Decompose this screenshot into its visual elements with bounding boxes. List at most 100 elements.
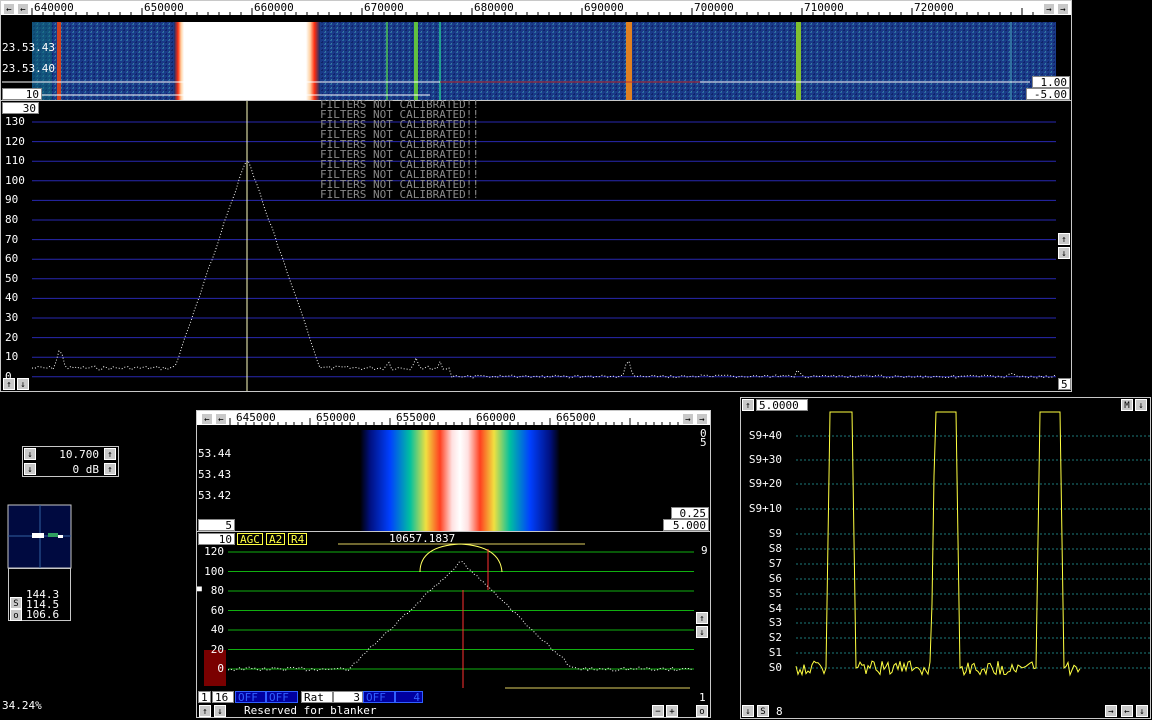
scroll-right-button[interactable]: → bbox=[1043, 3, 1055, 15]
wf-line bbox=[626, 22, 632, 100]
smeter-label: S6 bbox=[768, 572, 782, 585]
bb-scroll-right-fast-button[interactable]: → bbox=[696, 413, 708, 425]
top-freq-label: 690000 bbox=[584, 1, 624, 14]
smeter-label: S9+40 bbox=[748, 429, 782, 442]
bb-left-marker: ■ bbox=[197, 584, 202, 593]
top-freq-label: 660000 bbox=[254, 1, 294, 14]
bb-y-label: 100 bbox=[204, 564, 224, 578]
bb-scroll-right-button[interactable]: → bbox=[682, 413, 694, 425]
bb-wf-gain-field[interactable]: 0.25 bbox=[671, 507, 709, 519]
bb-spec-up-button[interactable]: ↑ bbox=[696, 612, 708, 624]
bb-right-9: 9 bbox=[701, 544, 708, 557]
sm-bottom-s-button[interactable]: S bbox=[757, 705, 769, 717]
att-down-button[interactable]: ↓ bbox=[24, 463, 36, 475]
top-freq-label: 710000 bbox=[804, 1, 844, 14]
bb-off-button-2[interactable]: OFF bbox=[266, 691, 298, 703]
sm-up-button[interactable]: ↑ bbox=[742, 399, 754, 411]
rat-value[interactable]: 3 bbox=[333, 691, 363, 703]
phase-dot bbox=[58, 535, 63, 538]
bb-y-label: 60 bbox=[210, 603, 224, 617]
bb-bottom-1[interactable]: 1 bbox=[198, 691, 211, 703]
bb-time-label-2: 53.43 bbox=[198, 468, 232, 481]
top-freq-label: 700000 bbox=[694, 1, 734, 14]
sm-bottom-down-button[interactable]: ↓ bbox=[742, 705, 754, 717]
bb-plus-button[interactable]: + bbox=[666, 705, 678, 717]
bb-scroll-left-button[interactable]: ← bbox=[201, 413, 213, 425]
bb-off-value-3[interactable]: 4 bbox=[395, 691, 423, 703]
bb-off-button-1[interactable]: OFF bbox=[235, 691, 266, 703]
spec-y-label: 60 bbox=[5, 252, 19, 266]
scroll-right-fast-button[interactable]: → bbox=[1057, 3, 1069, 15]
bw-up-button[interactable]: ↑ bbox=[104, 448, 116, 460]
wf-line bbox=[57, 22, 61, 100]
bb-spec-down-button[interactable]: ↓ bbox=[696, 626, 708, 638]
bb-y-label: 0 bbox=[217, 662, 224, 675]
wf-gain-field[interactable]: 1.00 bbox=[1032, 76, 1070, 88]
sm-bottom-down2-button[interactable]: ↓ bbox=[1136, 705, 1148, 717]
sm-m-button[interactable]: M bbox=[1121, 399, 1133, 411]
spec-y-label: 20 bbox=[5, 330, 19, 344]
att-up-button[interactable]: ↑ bbox=[104, 463, 116, 475]
spec-right-value[interactable]: 5 bbox=[1058, 378, 1071, 390]
sm-top-value[interactable]: 5.0000 bbox=[756, 399, 808, 411]
scroll-left-button[interactable]: ← bbox=[3, 3, 15, 15]
smeter-label: S9+20 bbox=[748, 477, 782, 490]
top-freq-label: 650000 bbox=[144, 1, 184, 14]
spec-y-label: 80 bbox=[5, 213, 19, 226]
spec-ymax-down-button[interactable]: ↓ bbox=[17, 378, 29, 390]
meter-o-button[interactable]: o bbox=[10, 609, 22, 621]
wf-avg-field[interactable]: 10 bbox=[2, 88, 42, 100]
spec-up-button[interactable]: ↑ bbox=[1058, 233, 1070, 245]
meter-value-3: 106.6 bbox=[26, 608, 60, 621]
bb-scroll-left-fast-button[interactable]: ← bbox=[215, 413, 227, 425]
wf-zero-field[interactable]: -5.00 bbox=[1026, 88, 1070, 100]
bb-ymax-down-button[interactable]: ↓ bbox=[214, 705, 226, 717]
a2-button[interactable]: A2 bbox=[266, 533, 286, 545]
blanker-text: Reserved for blanker bbox=[244, 704, 377, 717]
rat-label[interactable]: Rat bbox=[301, 691, 333, 703]
bb-y-label: 40 bbox=[210, 623, 224, 636]
spec-avg-field[interactable]: 30 bbox=[2, 102, 39, 114]
meter-s-button[interactable]: S bbox=[10, 597, 22, 609]
wf-line bbox=[414, 22, 418, 100]
wf-line bbox=[1010, 22, 1012, 100]
sm-left-button[interactable]: ← bbox=[1121, 705, 1133, 717]
bb-freq-label: 655000 bbox=[396, 411, 436, 424]
bb-y-label: 20 bbox=[210, 642, 224, 656]
bb-freq-label: 665000 bbox=[556, 411, 596, 424]
spec-ymax-up-button[interactable]: ↑ bbox=[3, 378, 15, 390]
agc-button[interactable]: AGC bbox=[237, 533, 263, 545]
bb-freq-label: 650000 bbox=[316, 411, 356, 424]
bb-bottom-16[interactable]: 16 bbox=[212, 691, 234, 703]
bb-freq-label: 660000 bbox=[476, 411, 516, 424]
spectrum-grid bbox=[32, 121, 1056, 378]
smeter-label: S9+10 bbox=[748, 502, 782, 515]
bb-wf-avg-field[interactable]: 5 bbox=[198, 519, 235, 531]
bb-minus-button[interactable]: − bbox=[652, 705, 664, 717]
spec-y-label: 40 bbox=[5, 291, 19, 305]
sm-down-button[interactable]: ↓ bbox=[1135, 399, 1147, 411]
scroll-left-fast-button[interactable]: ← bbox=[17, 3, 29, 15]
bb-right-top-5: 5 bbox=[700, 436, 707, 449]
smeter-label: S9+30 bbox=[748, 453, 782, 466]
wf-line bbox=[439, 22, 441, 100]
bb-wf-zero-field[interactable]: 5.000 bbox=[663, 519, 709, 531]
sm-bottom-value: 8 bbox=[776, 705, 783, 718]
spec-y-label: 100 bbox=[5, 173, 25, 187]
wf-carrier-edge-right bbox=[306, 22, 320, 100]
bb-spec-avg-field[interactable]: 10 bbox=[198, 533, 235, 545]
baseband-window[interactable] bbox=[196, 410, 711, 718]
smeter-label: S3 bbox=[768, 616, 782, 629]
smeter-window[interactable] bbox=[740, 397, 1151, 719]
phase-dot bbox=[48, 533, 58, 537]
cpu-load: 34.24% bbox=[2, 699, 42, 712]
spec-y-label: 10 bbox=[5, 350, 19, 364]
bw-down-button[interactable]: ↓ bbox=[24, 448, 36, 460]
spec-down-button[interactable]: ↓ bbox=[1058, 247, 1070, 259]
r4-button[interactable]: R4 bbox=[288, 533, 308, 545]
top-freq-label: 670000 bbox=[364, 1, 404, 14]
bb-o-button[interactable]: o bbox=[696, 705, 708, 717]
bb-ymax-up-button[interactable]: ↑ bbox=[199, 705, 211, 717]
bb-off-button-3[interactable]: OFF bbox=[363, 691, 395, 703]
sm-right-button[interactable]: → bbox=[1105, 705, 1117, 717]
